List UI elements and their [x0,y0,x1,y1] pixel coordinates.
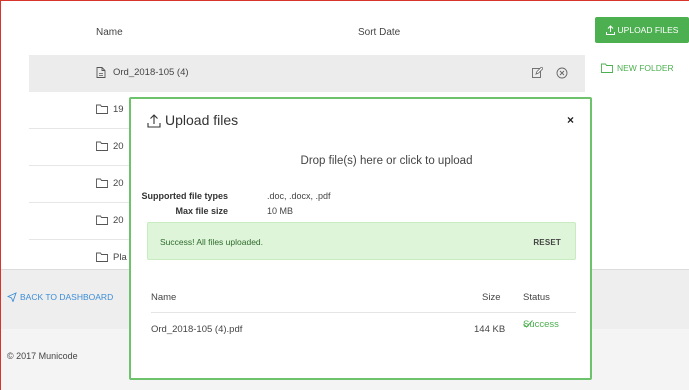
document-icon [96,67,107,78]
upload-files-label: UPLOAD FILES [617,25,679,35]
header-name: Name [151,292,177,303]
max-size-value: 10 MB [267,206,294,216]
supported-types-label: Supported file types [141,191,228,201]
max-size-label: Max file size [175,206,228,216]
table-header: Name Size Status [151,289,576,313]
close-icon[interactable]: × [567,114,574,126]
file-name: Ord_2018-105 (4).pdf [151,324,243,335]
success-message: Success! All files uploaded. [160,237,264,247]
upload-icon [147,113,161,128]
folder-icon [96,141,108,151]
dropzone[interactable]: Drop file(s) here or click to upload [131,155,590,177]
uploaded-files-table: Name Size Status Ord_2018-105 (4).pdf 14… [151,289,576,343]
reset-button[interactable]: RESET [533,238,561,247]
folder-row-label: 20 [113,141,124,152]
new-folder-label: NEW FOLDER [617,63,674,73]
file-row[interactable]: Ord_2018-105 (4) [29,55,585,92]
folder-icon [96,252,108,262]
file-list-header: Name Sort Date [1,27,581,39]
file-size: 144 KB [474,324,506,335]
header-status: Status [523,292,550,303]
back-to-dashboard-link[interactable]: BACK TO DASHBOARD [7,292,113,302]
upload-files-button[interactable]: UPLOAD FILES [595,17,689,43]
upload-files-modal: Upload files × Drop file(s) here or clic… [129,97,592,380]
delete-circle-x-icon[interactable] [556,67,568,79]
file-row-label: Ord_2018-105 (4) [113,67,189,78]
success-alert: Success! All files uploaded. RESET [147,222,576,260]
column-sort-date-header[interactable]: Sort Date [358,27,400,38]
folder-row-label: 20 [113,178,124,189]
header-size: Size [482,292,501,303]
app-frame: Name Sort Date Ord_2018-105 (4) 19 20 20… [0,0,689,390]
folder-icon [96,178,108,188]
folder-row-label: 19 [113,104,124,115]
modal-title-text: Upload files [165,112,239,128]
modal-title: Upload files [147,112,238,128]
folder-icon [96,215,108,225]
folder-row-label: Pla [113,252,127,263]
back-to-dashboard-label: BACK TO DASHBOARD [20,292,114,302]
new-folder-button[interactable]: NEW FOLDER [601,61,685,75]
edit-icon[interactable] [532,67,544,79]
supported-types-value: .doc, .docx, .pdf [267,191,331,201]
copyright-text: © 2017 Municode [7,351,78,361]
folder-icon [96,104,108,114]
upload-constraints: Supported file types .doc, .docx, .pdf M… [131,191,590,221]
file-status-text: Success [523,318,559,330]
arrow-back-icon [7,292,17,302]
folder-icon [601,63,613,73]
column-name-header[interactable]: Name [96,27,123,38]
row-actions [532,67,572,79]
upload-icon [605,25,615,35]
table-row: Ord_2018-105 (4).pdf 144 KB Success [151,313,576,343]
folder-row-label: 20 [113,215,124,226]
